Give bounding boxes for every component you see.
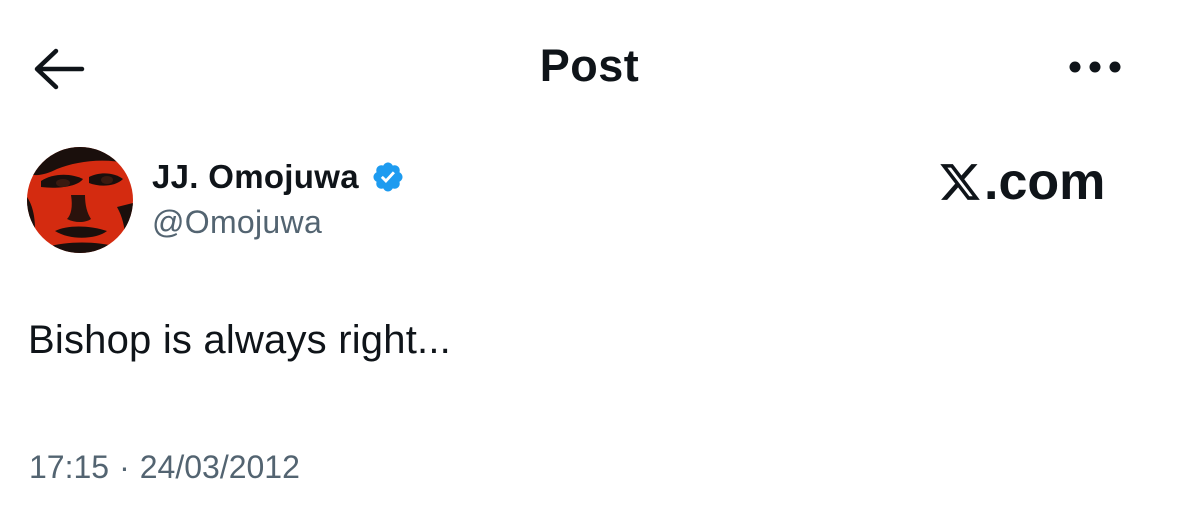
meta-separator: · bbox=[119, 449, 130, 485]
post-timestamp[interactable]: 17:15 · 24/03/2012 bbox=[29, 449, 300, 486]
more-horizontal-icon bbox=[1069, 61, 1121, 73]
page-title: Post bbox=[539, 40, 640, 91]
author-handle[interactable]: @Omojuwa bbox=[152, 204, 322, 241]
post-screen: Post JJ. Omojuwa @Omojuwa .com Bishop is… bbox=[0, 0, 1179, 522]
post-date: 24/03/2012 bbox=[139, 449, 300, 485]
avatar[interactable] bbox=[27, 147, 133, 253]
verified-badge-icon bbox=[371, 160, 405, 194]
post-time: 17:15 bbox=[29, 449, 110, 485]
author-name-row[interactable]: JJ. Omojuwa bbox=[152, 157, 405, 197]
post-text: Bishop is always right... bbox=[28, 318, 451, 362]
avatar-image bbox=[27, 147, 133, 253]
brand-logo-text: .com bbox=[984, 153, 1106, 211]
brand-logo: .com bbox=[938, 152, 1105, 212]
x-logo-icon bbox=[940, 164, 980, 200]
author-name[interactable]: JJ. Omojuwa bbox=[152, 158, 359, 196]
more-options-button[interactable] bbox=[1060, 50, 1130, 84]
